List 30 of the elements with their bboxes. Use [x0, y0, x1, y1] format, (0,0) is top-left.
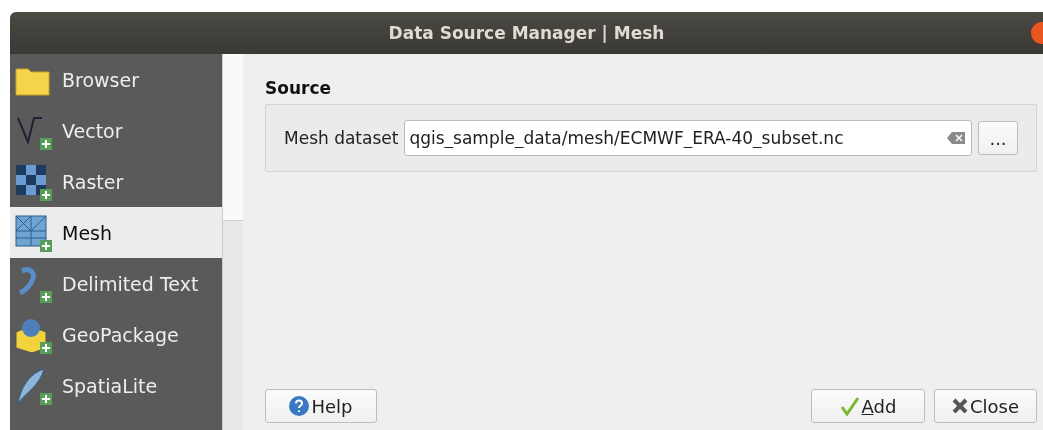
checkmark-icon [839, 396, 860, 416]
sidebar-item-label: Raster [62, 170, 124, 193]
sidebar-item[interactable]: Raster [10, 156, 222, 207]
sidebar-item-label: Mesh [62, 221, 113, 244]
sidebar-item-label: GeoPackage [62, 323, 179, 346]
field-label: Mesh dataset [284, 128, 399, 148]
sidebar-item[interactable]: Mesh [10, 207, 222, 258]
sidebar-item-label: Delimited Text [62, 272, 199, 295]
sidebar-item-label: Vector [62, 119, 123, 142]
add-button[interactable]: Add [811, 389, 925, 423]
close-button[interactable]: Close [934, 389, 1037, 423]
sidebar-item[interactable]: GeoPackage [10, 309, 222, 360]
x-icon [951, 398, 968, 414]
help-button[interactable]: Help [265, 389, 377, 423]
sidebar-item[interactable]: Browser [10, 54, 222, 105]
raster-icon [14, 162, 52, 201]
feather-icon [14, 366, 52, 405]
sidebar-item-label: Browser [62, 68, 139, 91]
scrollbar[interactable] [222, 54, 243, 430]
section-title: Source [265, 78, 333, 98]
browse-button[interactable]: ... [978, 121, 1018, 155]
sidebar-item[interactable]: Delimited Text [10, 258, 222, 309]
help-icon [289, 396, 310, 416]
sidebar-item[interactable]: Vector [10, 105, 222, 156]
window-title: Data Source Manager | Mesh [388, 23, 665, 43]
dataset-field[interactable]: qgis_sample_data/mesh/ECMWF_ERA-40_subset.nc [404, 120, 972, 156]
clear-icon[interactable] [947, 132, 965, 144]
mesh-icon [14, 213, 52, 252]
sidebar-item-label: SpatiaLite [62, 374, 158, 397]
sidebar-item[interactable]: SpatiaLite [10, 360, 222, 411]
